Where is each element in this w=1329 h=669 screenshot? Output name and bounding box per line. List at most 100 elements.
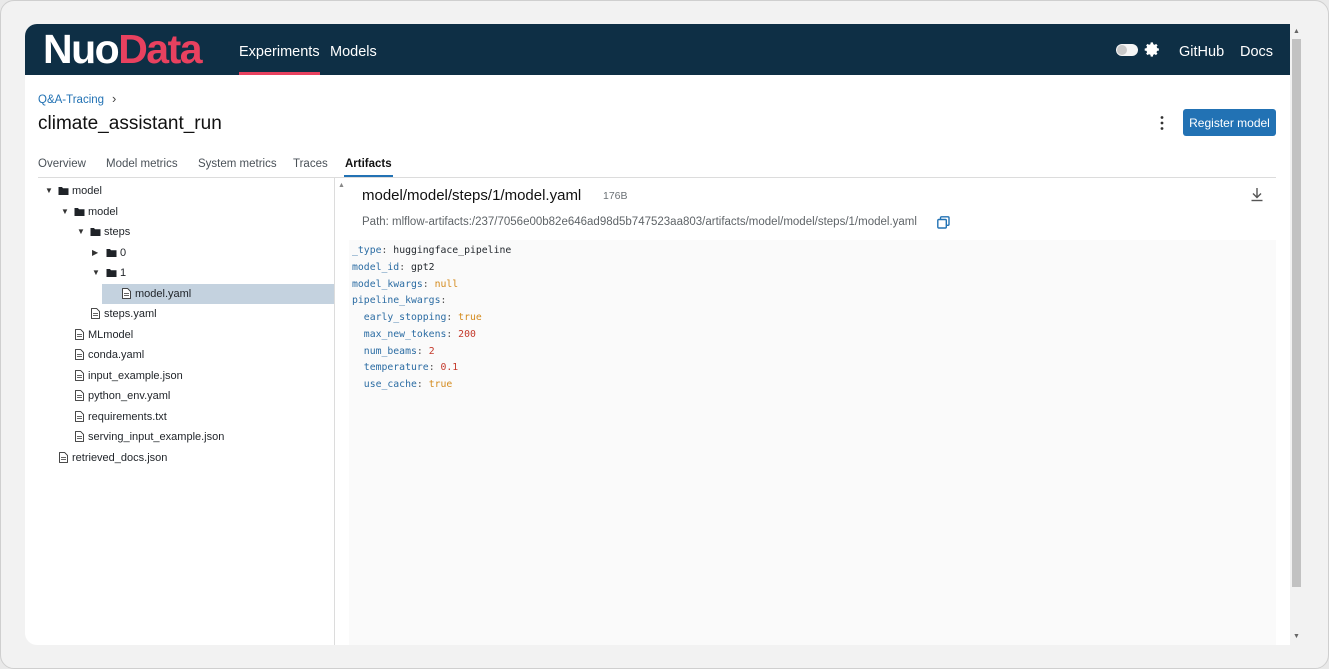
yaml-colon: :: [381, 245, 394, 256]
yaml-colon: :: [446, 312, 459, 323]
logo-text-accent: Data: [118, 26, 202, 72]
tree-item-label: conda.yaml: [88, 349, 145, 361]
tree-item-label: model: [72, 185, 102, 197]
scrollbar-thumb[interactable]: [1292, 39, 1301, 587]
tree-item-label: model: [88, 205, 118, 218]
yaml-key: model_kwargs: [352, 278, 423, 290]
artifact-tree: ▼ model ▼ model ▼ steps ▶ 0 ▼ 1 model.yaml steps.ya…: [25, 178, 335, 645]
theme-toggle[interactable]: [1116, 44, 1138, 56]
folder-icon: [90, 228, 101, 236]
yaml-key: _type: [352, 245, 382, 256]
code-line: model_id: gpt2: [352, 259, 435, 276]
tree-file-row[interactable]: conda.yaml: [25, 345, 334, 365]
code-line: use_cache: true: [352, 376, 452, 393]
artifact-full-path: Path: mlflow-artifacts:/237/7056e00b82e6…: [362, 216, 917, 228]
yaml-value: huggingface_pipeline: [393, 245, 512, 256]
code-line: model_kwargs: null: [352, 276, 458, 293]
tab-model-metrics[interactable]: Model metrics: [106, 158, 178, 170]
tree-folder-row[interactable]: ▼ model: [25, 181, 334, 201]
nuodata-logo[interactable]: NuoData: [43, 26, 203, 72]
tree-item-label: steps: [104, 226, 131, 238]
yaml-value: true: [428, 379, 453, 390]
tree-folder-row[interactable]: ▼ 1: [25, 263, 334, 283]
code-line: _type: huggingface_pipeline: [352, 242, 511, 259]
run-tabs: Overview Model metrics System metrics Tr…: [38, 154, 1276, 178]
file-size-label: 176B: [603, 190, 628, 202]
tree-file-row[interactable]: requirements.txt: [25, 407, 334, 427]
yaml-colon: :: [416, 379, 429, 390]
tab-system-metrics[interactable]: System metrics: [198, 158, 277, 170]
download-icon[interactable]: [1250, 187, 1264, 202]
caret-down-icon[interactable]: ▼: [77, 227, 85, 236]
tree-item-label: requirements.txt: [88, 410, 167, 423]
tree-item-label: input_example.json: [88, 369, 183, 382]
yaml-value: 2: [428, 345, 435, 357]
code-line: temperature: 0.1: [352, 359, 458, 376]
register-model-button[interactable]: Register model: [1183, 109, 1276, 136]
caret-down-icon[interactable]: ▼: [92, 268, 100, 277]
file-icon: [75, 369, 84, 381]
caret-down-icon[interactable]: ▼: [45, 186, 53, 195]
tree-file-row[interactable]: retrieved_docs.json: [25, 448, 334, 468]
tab-overview[interactable]: Overview: [38, 158, 86, 170]
tree-folder-row[interactable]: ▼ steps: [25, 222, 334, 242]
caret-right-icon[interactable]: ▶: [92, 248, 98, 257]
yaml-code-block: _type: huggingface_pipeline model_id: gpt…: [349, 240, 1276, 645]
tab-traces[interactable]: Traces: [293, 158, 328, 170]
tree-folder-row[interactable]: ▼ model: [25, 202, 334, 222]
yaml-key: model_id: [352, 261, 400, 273]
app-window: NuoData Experiments Models GitHub Docs Q…: [25, 24, 1290, 645]
copy-icon[interactable]: [937, 216, 950, 229]
tree-item-label: python_env.yaml: [88, 390, 171, 402]
tree-item-label: 1: [120, 267, 127, 279]
breadcrumb-experiment-link[interactable]: Q&A-Tracing: [38, 94, 104, 106]
kebab-menu-icon[interactable]: [1156, 114, 1168, 132]
folder-icon: [74, 207, 85, 216]
tree-file-row[interactable]: steps.yaml: [25, 304, 334, 324]
yaml-colon: :: [446, 328, 459, 340]
yaml-key: pipeline_kwargs: [352, 295, 441, 307]
logo-text-primary: Nuo: [43, 26, 120, 72]
tree-file-row[interactable]: MLmodel: [25, 325, 334, 345]
breadcrumb-separator: ›: [112, 91, 117, 106]
artifact-viewer: model/model/steps/1/model.yaml 176B Path…: [349, 178, 1276, 645]
yaml-key: early_stopping: [363, 312, 447, 323]
nav-models-link[interactable]: Models: [330, 24, 377, 75]
tab-artifacts[interactable]: Artifacts: [344, 158, 393, 177]
tree-file-row[interactable]: model.yaml: [102, 283, 334, 304]
file-icon: [91, 308, 100, 319]
yaml-colon: :: [416, 345, 429, 357]
yaml-key: temperature: [363, 362, 429, 374]
yaml-colon: :: [399, 261, 411, 273]
tree-item-label: steps.yaml: [104, 308, 157, 320]
top-navigation-bar: NuoData Experiments Models GitHub Docs: [25, 24, 1290, 75]
nav-experiments-link[interactable]: Experiments: [239, 24, 320, 75]
github-link[interactable]: GitHub: [1179, 24, 1224, 75]
file-icon: [75, 390, 84, 401]
yaml-value: gpt2: [410, 261, 435, 273]
docs-link[interactable]: Docs: [1240, 24, 1273, 75]
yaml-value: null: [434, 278, 459, 290]
yaml-value: true: [458, 312, 482, 323]
page-scrollbar[interactable]: ▲ ▼: [1290, 26, 1303, 645]
file-icon: [75, 410, 84, 422]
page-title: climate_assistant_run: [38, 113, 222, 134]
yaml-value: 200: [458, 328, 476, 340]
tree-file-row[interactable]: python_env.yaml: [25, 386, 334, 406]
yaml-key: num_beams: [363, 345, 417, 357]
tree-scroll-up-icon[interactable]: ▲: [338, 182, 345, 189]
gear-icon[interactable]: [1144, 41, 1161, 58]
yaml-key: max_new_tokens: [363, 328, 447, 340]
caret-down-icon[interactable]: ▼: [61, 207, 69, 216]
tree-file-row[interactable]: serving_input_example.json: [25, 427, 334, 447]
folder-icon: [106, 269, 117, 277]
file-icon: [122, 287, 131, 299]
tree-file-row[interactable]: input_example.json: [25, 366, 334, 386]
tree-folder-row[interactable]: ▶ 0: [25, 243, 334, 263]
scroll-down-arrow-icon[interactable]: ▼: [1293, 633, 1300, 640]
file-icon: [75, 349, 84, 360]
scroll-up-arrow-icon[interactable]: ▲: [1293, 28, 1300, 35]
yaml-key: use_cache: [363, 379, 417, 390]
